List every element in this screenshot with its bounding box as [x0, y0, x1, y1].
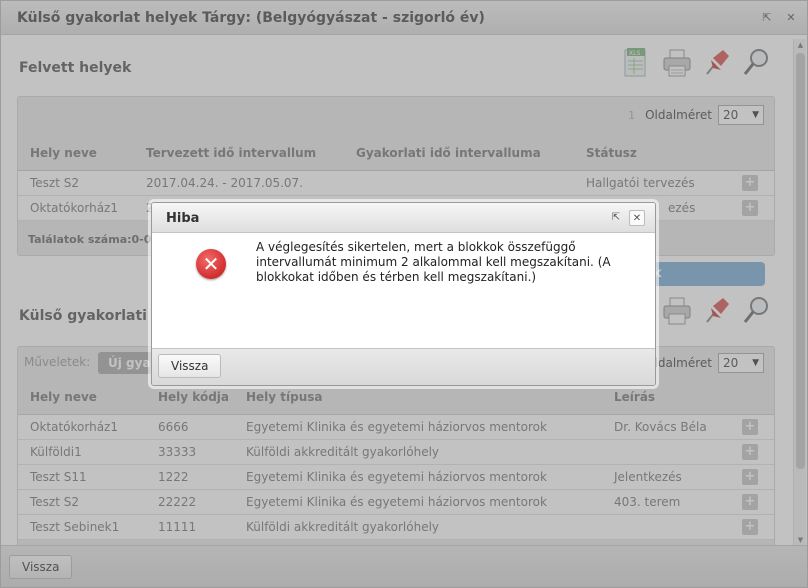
dialog-titlebar: Hiba ⇱ ✕: [152, 203, 655, 233]
close-icon[interactable]: ✕: [629, 210, 645, 226]
dialog-body: ✕ A véglegesítés sikertelen, mert a blok…: [152, 234, 655, 348]
error-dialog: Hiba ⇱ ✕ ✕ A véglegesítés sikertelen, me…: [151, 202, 656, 386]
popout-icon[interactable]: ⇱: [608, 210, 624, 226]
dialog-back-button[interactable]: Vissza: [158, 354, 222, 378]
dialog-footer: Vissza: [152, 348, 655, 385]
error-icon: ✕: [196, 249, 226, 279]
error-message: A véglegesítés sikertelen, mert a blokko…: [256, 240, 611, 284]
dialog-title: Hiba: [166, 211, 200, 226]
